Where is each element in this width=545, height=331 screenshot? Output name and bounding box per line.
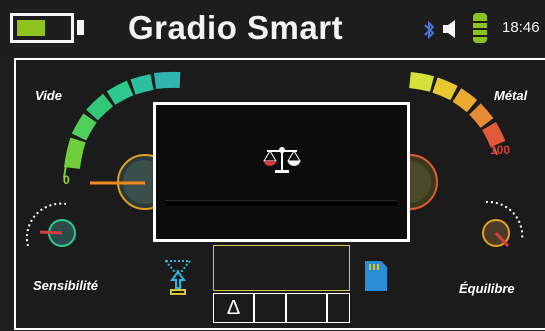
- right-meter-label: Métal: [494, 88, 528, 103]
- right-meter-arc: [409, 72, 506, 148]
- balance-label: Équilibre: [459, 281, 515, 296]
- sensitivity-label: Sensibilité: [33, 278, 99, 293]
- ground-balance-dialog: [153, 102, 410, 242]
- sd-card-icon[interactable]: [363, 259, 389, 293]
- function-cells: Δ: [213, 293, 350, 323]
- upload-arrow-icon[interactable]: [165, 258, 191, 296]
- left-meter-label: Vide: [35, 88, 62, 103]
- empty-cell[interactable]: [254, 293, 286, 323]
- empty-cell[interactable]: [286, 293, 327, 323]
- right-meter-value: 100: [490, 143, 511, 157]
- empty-cell[interactable]: [327, 293, 350, 323]
- progress-bar: [166, 200, 397, 206]
- balance-scale-icon: [263, 147, 301, 173]
- left-meter-value: 0: [63, 173, 70, 187]
- info-panel: [213, 245, 350, 291]
- delta-cell[interactable]: Δ: [213, 293, 254, 323]
